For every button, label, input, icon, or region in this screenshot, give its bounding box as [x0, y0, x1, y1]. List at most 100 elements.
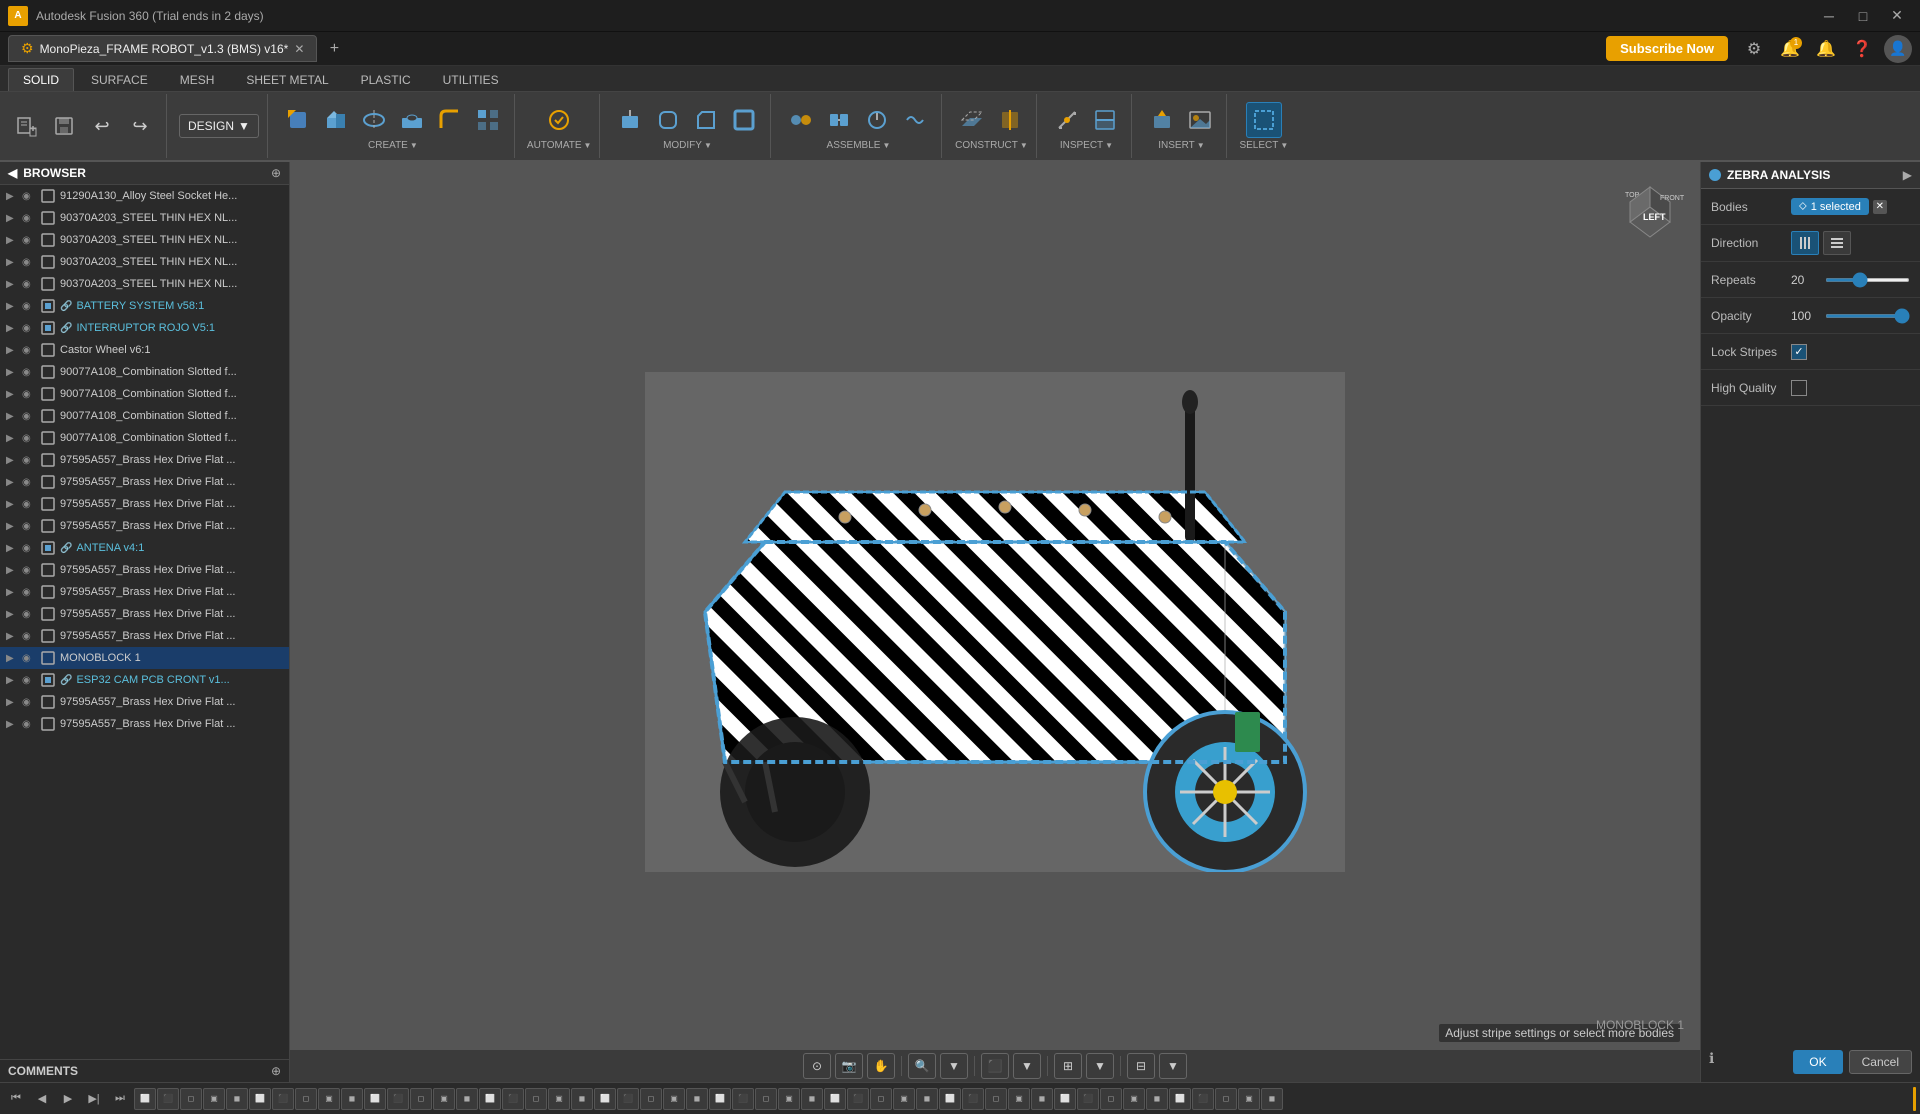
timeline-item[interactable]: ▣	[433, 1088, 455, 1110]
timeline-item[interactable]: ◻	[410, 1088, 432, 1110]
timeline-play-button[interactable]: ▶	[56, 1087, 80, 1111]
visibility-icon[interactable]: ◉	[22, 367, 38, 378]
timeline-item[interactable]: ◻	[180, 1088, 202, 1110]
timeline-item[interactable]: ⬜	[479, 1088, 501, 1110]
expand-icon[interactable]: ▶	[6, 235, 20, 246]
timeline-item[interactable]: ◼	[1031, 1088, 1053, 1110]
timeline-item[interactable]: ⬜	[939, 1088, 961, 1110]
clear-selection-button[interactable]: ✕	[1873, 200, 1887, 214]
visibility-icon[interactable]: ◉	[22, 323, 38, 334]
drive-joints-button[interactable]	[859, 102, 895, 138]
expand-icon[interactable]: ▶	[6, 675, 20, 686]
expand-icon[interactable]: ▶	[6, 697, 20, 708]
back-icon[interactable]: ◀	[8, 166, 17, 180]
expand-icon[interactable]: ▶	[6, 191, 20, 202]
timeline-item[interactable]: ▣	[1008, 1088, 1030, 1110]
render-settings-button[interactable]: ⊟	[1127, 1053, 1155, 1079]
measure-button[interactable]	[1049, 102, 1085, 138]
timeline-item[interactable]: ⬛	[1192, 1088, 1214, 1110]
joint-button[interactable]	[783, 102, 819, 138]
rigid-group-button[interactable]	[821, 102, 857, 138]
tab-utilities[interactable]: UTILITIES	[428, 68, 514, 91]
tab-surface[interactable]: SURFACE	[76, 68, 163, 91]
high-quality-checkbox[interactable]	[1791, 380, 1807, 396]
visibility-icon[interactable]: ◉	[22, 301, 38, 312]
expand-icon[interactable]: ▶	[6, 411, 20, 422]
tab-mesh[interactable]: MESH	[165, 68, 230, 91]
browser-item[interactable]: ▶◉MONOBLOCK 1	[0, 647, 289, 669]
timeline-item[interactable]: ◼	[801, 1088, 823, 1110]
browser-item[interactable]: ▶◉90077A108_Combination Slotted f...	[0, 383, 289, 405]
browser-item[interactable]: ▶◉90077A108_Combination Slotted f...	[0, 405, 289, 427]
alert-icon[interactable]: 🔔	[1812, 35, 1840, 63]
pan-button[interactable]: ✋	[867, 1053, 895, 1079]
tab-solid[interactable]: SOLID	[8, 68, 74, 91]
timeline-item[interactable]: ▣	[893, 1088, 915, 1110]
direction-vertical-button[interactable]	[1791, 231, 1819, 255]
timeline-item[interactable]: ⬛	[272, 1088, 294, 1110]
expand-icon[interactable]: ▶	[6, 257, 20, 268]
timeline-step-button[interactable]: ▶|	[82, 1087, 106, 1111]
pattern-button[interactable]	[470, 102, 506, 138]
info-icon[interactable]: ℹ	[1709, 1050, 1714, 1074]
timeline-item[interactable]: ◻	[525, 1088, 547, 1110]
new-component-button[interactable]	[280, 102, 316, 138]
fillet2-button[interactable]	[650, 102, 686, 138]
viewport[interactable]: LEFT TOP FRONT	[290, 162, 1700, 1082]
browser-item[interactable]: ▶◉91290A130_Alloy Steel Socket He...	[0, 185, 289, 207]
visibility-icon[interactable]: ◉	[22, 191, 38, 202]
expand-icon[interactable]: ▶	[6, 213, 20, 224]
maximize-button[interactable]: □	[1848, 5, 1878, 27]
timeline-item[interactable]: ◼	[1146, 1088, 1168, 1110]
visibility-icon[interactable]: ◉	[22, 345, 38, 356]
expand-icon[interactable]: ▶	[6, 367, 20, 378]
section-analysis-button[interactable]	[1087, 102, 1123, 138]
comments-add-icon[interactable]: ⊕	[271, 1064, 281, 1078]
timeline-last-button[interactable]: ⏭	[108, 1087, 132, 1111]
expand-icon[interactable]: ▶	[6, 455, 20, 466]
browser-item[interactable]: ▶◉90370A203_STEEL THIN HEX NL...	[0, 207, 289, 229]
offset-plane-button[interactable]	[954, 102, 990, 138]
new-design-button[interactable]	[8, 108, 44, 144]
visibility-icon[interactable]: ◉	[22, 411, 38, 422]
press-pull-button[interactable]	[612, 102, 648, 138]
user-avatar[interactable]: 👤	[1884, 35, 1912, 63]
timeline-item[interactable]: ⬛	[617, 1088, 639, 1110]
visibility-icon[interactable]: ◉	[22, 697, 38, 708]
timeline-item[interactable]: ⬛	[502, 1088, 524, 1110]
timeline-item[interactable]: ⬜	[594, 1088, 616, 1110]
ok-button[interactable]: OK	[1793, 1050, 1842, 1074]
timeline-item[interactable]: ◼	[571, 1088, 593, 1110]
browser-item[interactable]: ▶◉97595A557_Brass Hex Drive Flat ...	[0, 559, 289, 581]
timeline-item[interactable]: ▣	[318, 1088, 340, 1110]
timeline-item[interactable]: ▣	[663, 1088, 685, 1110]
expand-icon[interactable]: ▶	[6, 389, 20, 400]
timeline-item[interactable]: ◼	[341, 1088, 363, 1110]
motion-link-button[interactable]	[897, 102, 933, 138]
browser-item[interactable]: ▶◉90370A203_STEEL THIN HEX NL...	[0, 251, 289, 273]
timeline-item[interactable]: ⬜	[1169, 1088, 1191, 1110]
expand-icon[interactable]: ▶	[6, 587, 20, 598]
grid-dropdown[interactable]: ▼	[1086, 1053, 1114, 1079]
opacity-slider[interactable]	[1825, 314, 1910, 318]
subscribe-button[interactable]: Subscribe Now	[1606, 36, 1728, 61]
tab-sheet-metal[interactable]: SHEET METAL	[231, 68, 343, 91]
browser-item[interactable]: ▶◉90077A108_Combination Slotted f...	[0, 427, 289, 449]
expand-icon[interactable]: ▶	[6, 323, 20, 334]
browser-item[interactable]: ▶◉97595A557_Brass Hex Drive Flat ...	[0, 471, 289, 493]
timeline-item[interactable]: ⬛	[157, 1088, 179, 1110]
timeline-item[interactable]: ⬛	[387, 1088, 409, 1110]
timeline-prev-button[interactable]: ◀	[30, 1087, 54, 1111]
browser-item[interactable]: ▶◉Castor Wheel v6:1	[0, 339, 289, 361]
browser-item[interactable]: ▶◉🔗INTERRUPTOR ROJO V5:1	[0, 317, 289, 339]
timeline-item[interactable]: ◼	[456, 1088, 478, 1110]
browser-item[interactable]: ▶◉90077A108_Combination Slotted f...	[0, 361, 289, 383]
visibility-icon[interactable]: ◉	[22, 653, 38, 664]
timeline-item[interactable]: ⬜	[249, 1088, 271, 1110]
repeats-slider[interactable]	[1825, 278, 1910, 282]
timeline-item[interactable]: ⬜	[134, 1088, 156, 1110]
visibility-icon[interactable]: ◉	[22, 543, 38, 554]
expand-icon[interactable]: ▶	[6, 719, 20, 730]
fillet-button[interactable]	[432, 102, 468, 138]
hole-button[interactable]	[394, 102, 430, 138]
